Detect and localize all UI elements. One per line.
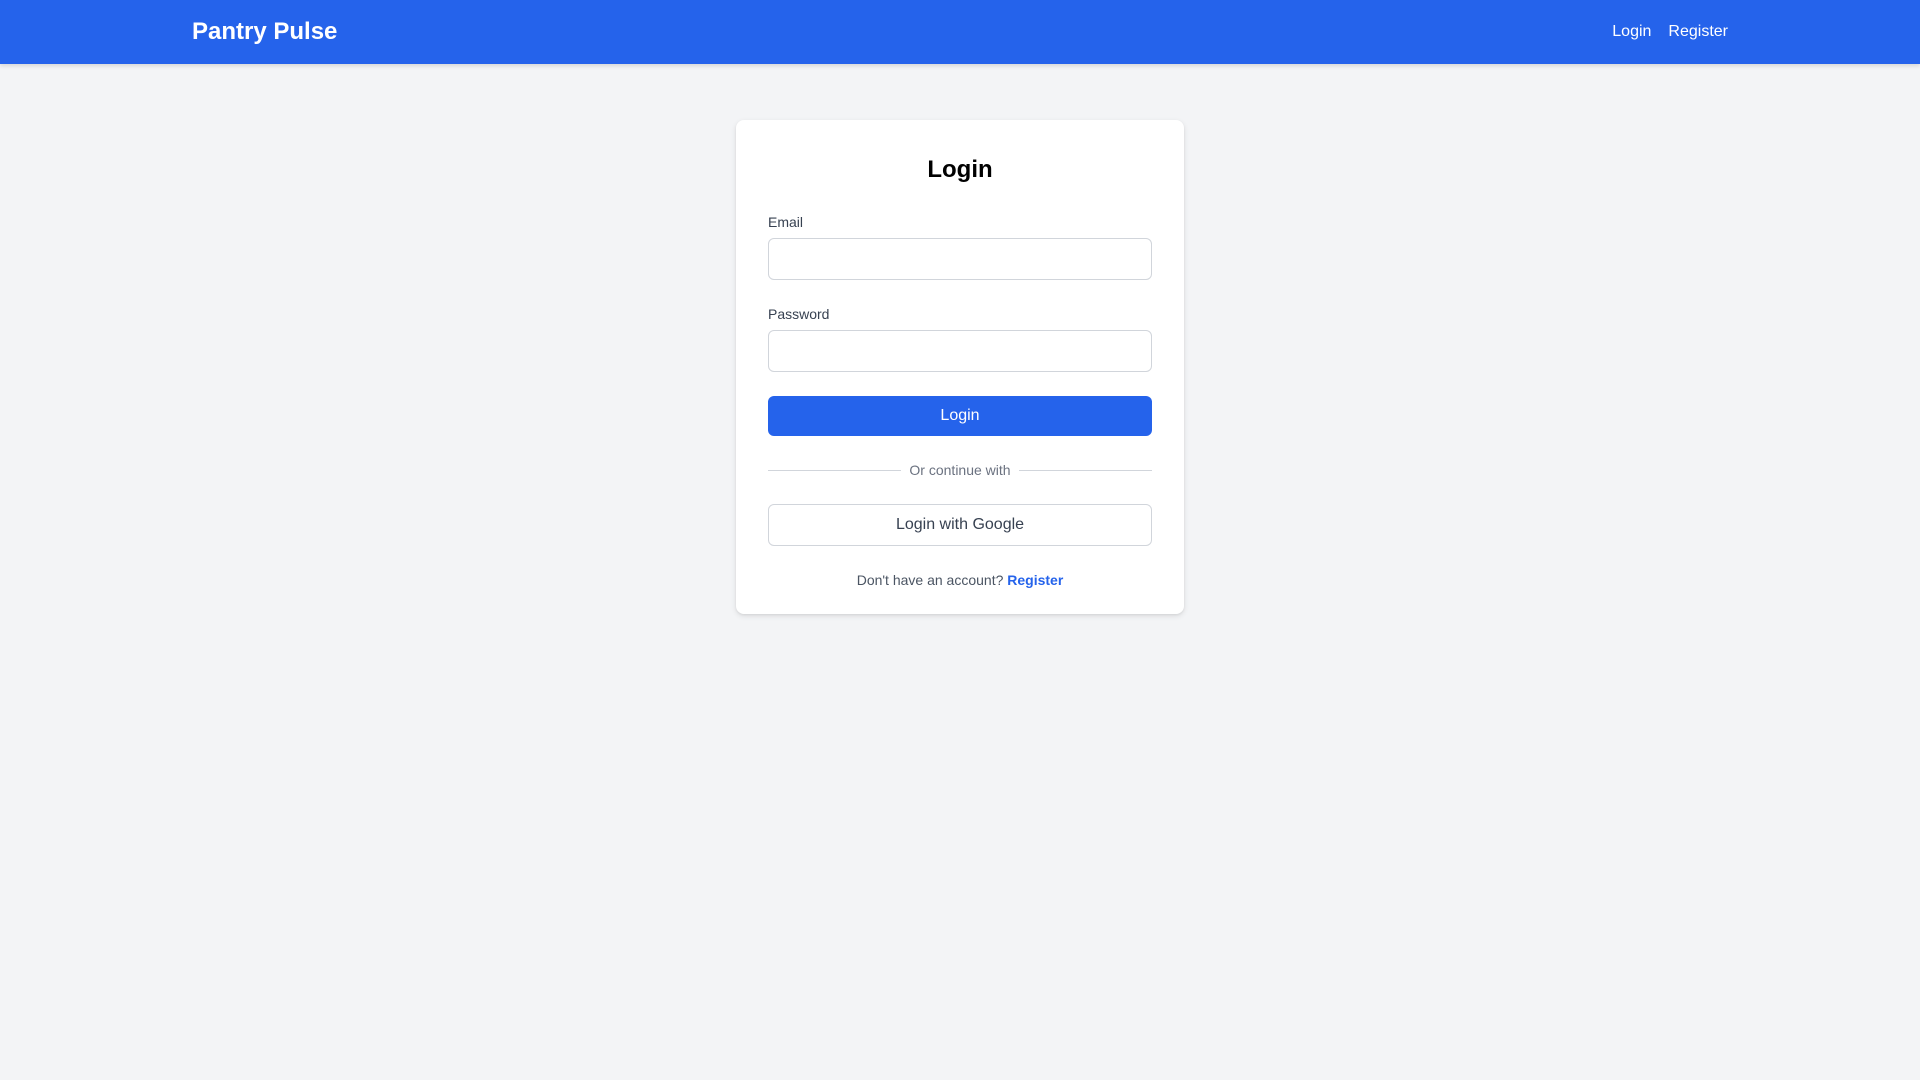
nav-login-link[interactable]: Login (1612, 23, 1651, 41)
google-login-button[interactable]: Login with Google (768, 504, 1152, 546)
password-input[interactable] (768, 330, 1152, 372)
register-prompt: Don't have an account? Register (768, 570, 1152, 590)
nav-register-link[interactable]: Register (1668, 23, 1728, 41)
divider: Or continue with (768, 460, 1153, 480)
divider-line-left (768, 469, 902, 471)
login-button[interactable]: Login (768, 396, 1152, 436)
divider-line-right (1018, 469, 1153, 471)
email-label: Email (768, 214, 804, 230)
register-link[interactable]: Register (1007, 572, 1063, 588)
divider-text: Or continue with (909, 462, 1011, 478)
nav-links: Login Register (1612, 0, 1728, 64)
email-input[interactable] (768, 238, 1152, 280)
top-navbar: Pantry Pulse Login Register (0, 0, 1920, 64)
login-card: Login Email Password Login Or continue w… (736, 120, 1184, 614)
password-label: Password (768, 306, 830, 322)
register-prompt-text: Don't have an account? (856, 572, 1004, 588)
brand-logo[interactable]: Pantry Pulse (192, 0, 337, 64)
login-title: Login (927, 156, 993, 183)
